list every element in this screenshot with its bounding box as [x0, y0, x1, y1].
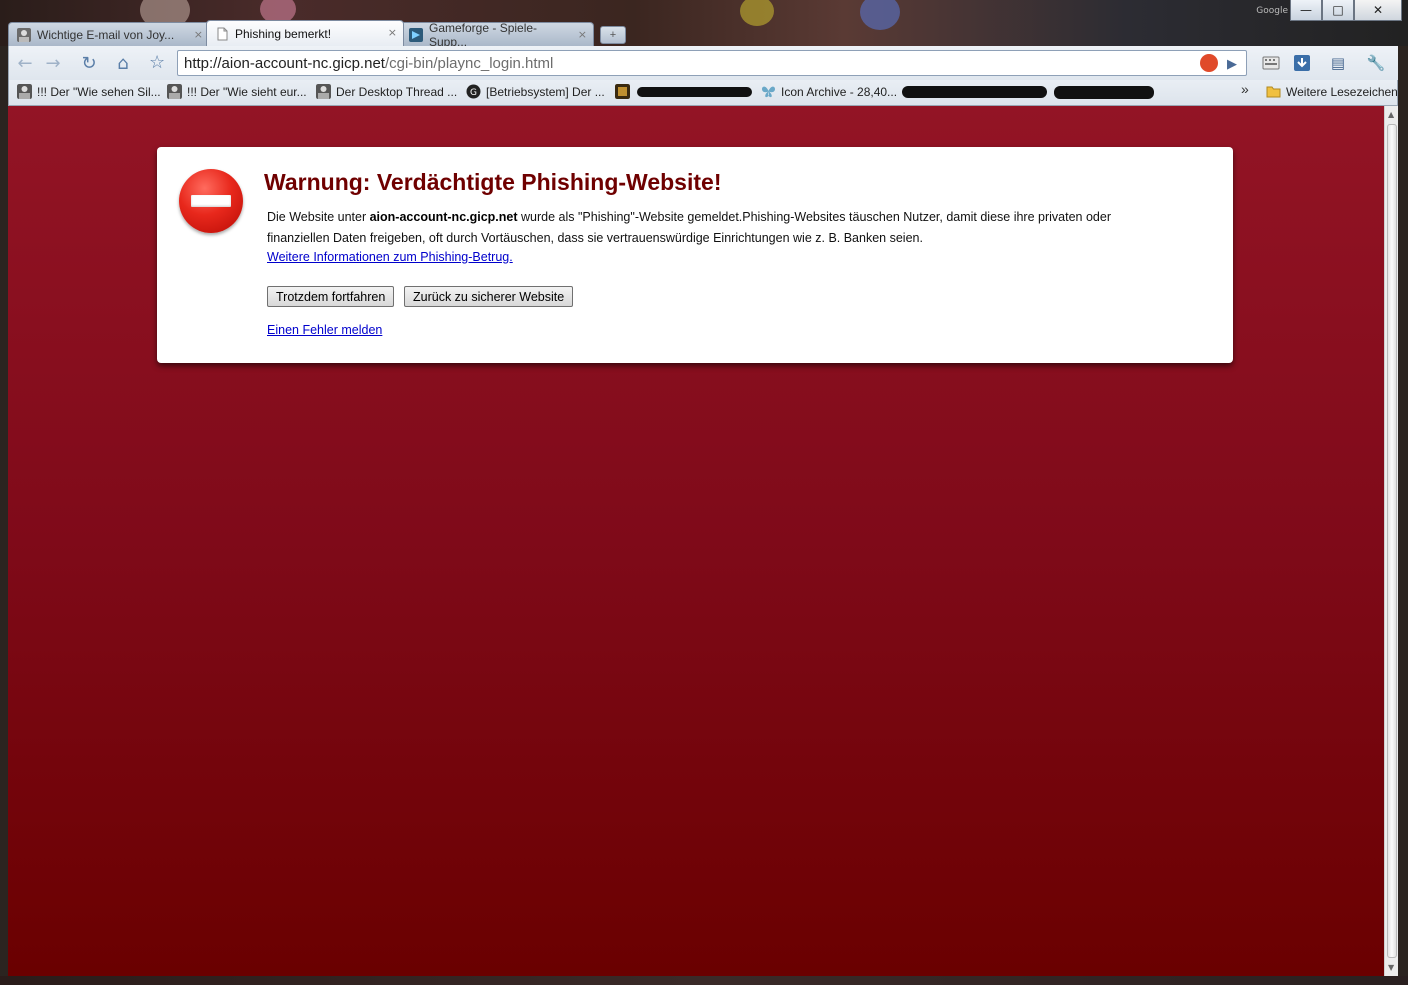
svg-text:G: G [470, 88, 477, 98]
window-controls: — □ ✕ [1290, 0, 1402, 21]
wallpaper-blob [860, 0, 900, 30]
avatar-icon [17, 84, 32, 99]
tab-label: Wichtige E-mail von Joy... [37, 27, 175, 42]
bookmark-label: Der Desktop Thread ... [336, 84, 458, 99]
desc-text: Die Website unter [267, 210, 370, 224]
bookmarks-overflow-button[interactable]: » [1241, 81, 1249, 97]
site-icon [615, 84, 630, 99]
bookmarks-bar: !!! Der "Wie sehen Sil... !!! Der "Wie s… [8, 80, 1398, 106]
scroll-up-arrow-icon[interactable]: ▲ [1388, 110, 1394, 119]
home-button[interactable]: ⌂ [111, 51, 135, 75]
warning-box: Warnung: Verdächtigte Phishing-Website! … [157, 147, 1233, 363]
browser-toolbar: ← → ↻ ⌂ ☆ http://aion-account-nc.gicp.ne… [8, 46, 1400, 80]
butterfly-icon [762, 86, 775, 98]
tab-phishing[interactable]: Phishing bemerkt! × [206, 20, 404, 46]
tab-label: Phishing bemerkt! [235, 26, 332, 41]
avatar-icon [316, 84, 331, 99]
page-menu-button[interactable]: ▤ [1325, 53, 1351, 73]
more-info-link[interactable]: Weitere Informationen zum Phishing-Betru… [267, 250, 513, 264]
minimize-button[interactable]: — [1290, 0, 1322, 21]
warning-description: Die Website unter aion-account-nc.gicp.n… [267, 207, 1167, 249]
window-frame-bottom [0, 976, 1408, 985]
bookmark-label: !!! Der "Wie sieht eur... [187, 84, 307, 99]
bookmark-item[interactable]: G [Betriebsystem] Der ... [466, 84, 605, 99]
url-host: http://aion-account-nc.gicp.net [184, 55, 385, 72]
back-button[interactable]: ← [13, 51, 37, 75]
reload-button[interactable]: ↻ [77, 51, 101, 75]
bookmark-label: [Betriebsystem] Der ... [486, 84, 605, 99]
scroll-down-arrow-icon[interactable]: ▼ [1388, 963, 1394, 972]
avatar-icon [17, 27, 31, 42]
proceed-anyway-button[interactable]: Trotzdem fortfahren [267, 286, 395, 307]
other-bookmarks-folder[interactable]: Weitere Lesezeichen [1266, 84, 1398, 99]
desc-host: aion-account-nc.gicp.net [369, 210, 518, 224]
window-frame-left [0, 46, 8, 976]
wallpaper-blob [740, 0, 774, 26]
redaction-scribble [1054, 86, 1154, 99]
bookmark-star-icon[interactable]: ☆ [149, 52, 165, 73]
bookmark-label: !!! Der "Wie sehen Sil... [37, 84, 161, 99]
download-icon[interactable] [1292, 53, 1312, 73]
back-to-safety-button[interactable]: Zurück zu sicherer Website [404, 286, 574, 307]
bookmark-label: Icon Archive - 28,40... [781, 84, 898, 99]
tab-close-icon[interactable]: × [194, 28, 203, 41]
folder-icon [1266, 86, 1281, 98]
url-path: /cgi-bin/plaync_login.html [384, 55, 554, 72]
close-window-button[interactable]: ✕ [1354, 0, 1402, 21]
redaction-scribble [637, 87, 752, 97]
address-bar[interactable]: http://aion-account-nc.gicp.net/cgi-bin/… [177, 50, 1247, 76]
tab-email[interactable]: Wichtige E-mail von Joy... × [8, 22, 210, 46]
tab-close-icon[interactable]: × [578, 28, 587, 41]
bookmark-item[interactable]: Der Desktop Thread ... [316, 84, 457, 99]
bookmark-item[interactable]: !!! Der "Wie sehen Sil... [17, 84, 161, 99]
tab-label: Gameforge - Spiele-Supp... [429, 20, 538, 49]
g-icon: G [466, 84, 481, 99]
redaction-scribble [902, 86, 1047, 98]
report-error-link[interactable]: Einen Fehler melden [267, 323, 382, 337]
window-frame-right [1398, 46, 1408, 976]
avatar-icon [167, 84, 182, 99]
url-text: http://aion-account-nc.gicp.net/cgi-bin/… [184, 55, 553, 72]
gameforge-icon [409, 27, 423, 42]
bookmark-item-redacted[interactable] [615, 84, 635, 99]
warning-title: Warnung: Verdächtigte Phishing-Website! [264, 169, 722, 195]
maximize-button[interactable]: □ [1322, 0, 1354, 21]
vertical-scrollbar[interactable]: ▲ ▼ [1384, 106, 1398, 976]
google-brand-label: Google [1256, 6, 1288, 16]
wrench-menu-icon[interactable]: 🔧 [1361, 53, 1391, 73]
bookmark-item[interactable]: !!! Der "Wie sieht eur... [167, 84, 307, 99]
phishing-warning-page: Warnung: Verdächtigte Phishing-Website! … [8, 106, 1384, 976]
stop-sign-icon [179, 169, 243, 233]
go-button[interactable]: ▶ [1222, 54, 1242, 74]
new-tab-button[interactable]: + [600, 26, 626, 44]
extension-icon[interactable] [1200, 54, 1218, 72]
keyboard-icon[interactable] [1261, 53, 1281, 73]
tab-close-icon[interactable]: × [388, 26, 397, 39]
page-icon [217, 27, 228, 40]
bookmark-item[interactable]: Icon Archive - 28,40... [761, 84, 897, 99]
forward-button[interactable]: → [41, 51, 65, 75]
bookmark-label: Weitere Lesezeichen [1286, 84, 1398, 99]
scrollbar-thumb[interactable] [1387, 124, 1397, 958]
tab-strip: Wichtige E-mail von Joy... × Phishing be… [8, 20, 626, 49]
tab-gameforge[interactable]: Gameforge - Spiele-Supp... × [400, 20, 594, 49]
